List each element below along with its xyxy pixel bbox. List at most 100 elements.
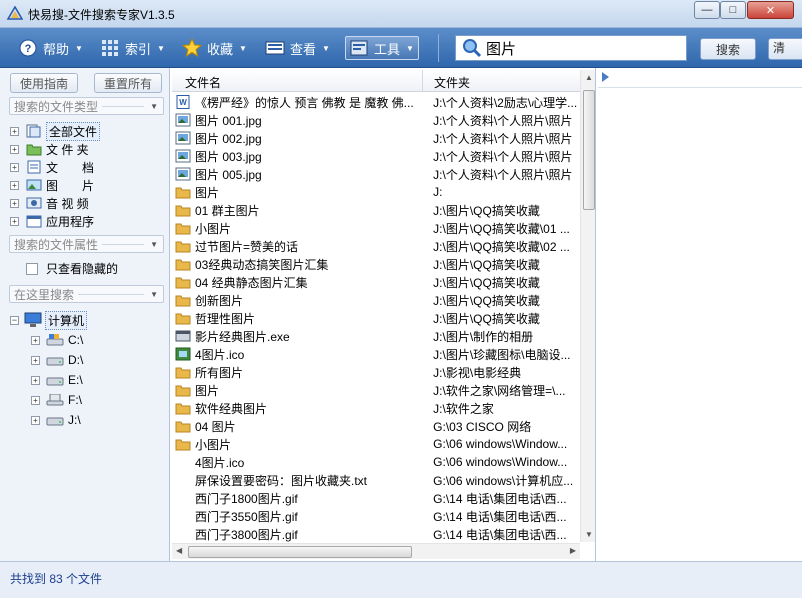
expand-icon[interactable]: + [31,395,40,405]
file-row[interactable]: 图片 001.jpg J:\个人资料\个人照片\照片 [172,111,582,129]
file-row[interactable]: 屏保设置要密码：图片收藏夹.txt G:\06 windows\计算机应... [172,471,582,489]
file-attribute-dropdown[interactable]: 搜索的文件属性 ▼ [9,235,164,253]
type-item-media[interactable]: + 音 视 频 [10,194,89,212]
chevron-down-icon: ▼ [239,43,247,53]
file-row[interactable]: 过节图片=赞美的话 J:\图片\QQ搞笑收藏\02 ... [172,237,582,255]
hidden-only-option[interactable]: 只查看隐藏的 [26,260,118,277]
file-row[interactable]: 西门子3550图片.gif G:\14 电话\集团电话\西... [172,507,582,525]
file-row[interactable]: 4图片.ico G:\06 windows\Window... [172,453,582,471]
file-row[interactable]: 创新图片 J:\图片\QQ搞笑收藏 [172,291,582,309]
expand-icon[interactable]: + [31,375,40,385]
expand-arrow-icon[interactable] [602,72,609,82]
file-name: 哲理性图片 [195,311,256,326]
file-row[interactable]: 软件经典图片 J:\软件之家 [172,399,582,417]
type-item-folder[interactable]: + 文 件 夹 [10,140,89,158]
folder-icon [175,365,191,379]
expand-icon[interactable]: + [10,198,19,208]
file-row[interactable]: 西门子1800图片.gif G:\14 电话\集团电话\西... [172,489,582,507]
file-row[interactable]: W 《楞严经》的惊人 预言 佛教 是 魔教 佛... J:\个人资料\2励志\心理学… [172,93,582,111]
expand-icon[interactable]: + [10,126,19,136]
index-menu-button[interactable]: 索引 ▼ [100,36,165,60]
type-item-label: 音 视 频 [46,196,89,211]
search-button[interactable]: 搜索 [700,38,756,60]
type-item-picture[interactable]: + 图 片 [10,176,94,194]
file-row[interactable]: 04 经典静态图片汇集 J:\图片\QQ搞笑收藏 [172,273,582,291]
column-resize-handle[interactable] [422,70,423,92]
expand-icon[interactable]: + [10,162,19,172]
minimize-button[interactable]: — [694,1,720,19]
type-item-document[interactable]: + 文 档 [10,158,94,176]
chevron-down-icon: ▼ [157,43,165,53]
folder-icon [175,221,191,235]
drive-f[interactable]: + F:\ [31,390,82,410]
scroll-right-arrow-icon[interactable]: ▶ [570,546,576,555]
expand-icon[interactable]: + [10,216,19,226]
horizontal-scroll-thumb[interactable] [188,546,412,558]
file-row[interactable]: 图片 002.jpg J:\个人资料\个人照片\照片 [172,129,582,147]
vertical-scrollbar[interactable]: ▲ ▼ [580,70,595,542]
help-label: 帮助 [43,41,70,57]
reset-all-button[interactable]: 重置所有 [94,73,162,93]
file-row[interactable]: 西门子3800图片.gif G:\14 电话\集团电话\西... [172,525,582,543]
scroll-down-arrow-icon[interactable]: ▼ [585,530,593,539]
title-bar: 快易搜-文件搜索专家V1.3.5 — □ ✕ [0,0,802,28]
file-row[interactable]: 图片 J:\软件之家\网络管理=\... [172,381,582,399]
file-row[interactable]: 小图片 J:\图片\QQ搞笑收藏\01 ... [172,219,582,237]
drive-icon [46,377,64,386]
scroll-left-arrow-icon[interactable]: ◀ [176,546,182,555]
expand-icon[interactable]: + [10,144,19,154]
guide-button[interactable]: 使用指南 [10,73,78,93]
hidden-only-checkbox[interactable] [26,262,38,275]
search-box[interactable] [455,35,687,61]
scroll-up-arrow-icon[interactable]: ▲ [585,73,593,82]
file-row[interactable]: 图片 003.jpg J:\个人资料\个人照片\照片 [172,147,582,165]
vertical-scroll-thumb[interactable] [583,90,595,210]
tools-icon [349,38,369,58]
column-header-folder[interactable]: 文件夹 [434,74,470,91]
drive-c[interactable]: + C:\ [31,330,83,350]
expand-icon[interactable]: + [10,180,19,190]
file-attribute-dropdown-label: 搜索的文件属性 [14,237,99,252]
file-type-dropdown-label: 搜索的文件类型 [14,99,99,114]
tools-menu-button[interactable]: 工具 ▼ [345,36,419,60]
computer-node[interactable]: − 计算机 [10,310,88,330]
file-folder: J:\软件之家 [433,401,494,416]
file-row[interactable]: 影片经典图片.exe J:\图片\制作的相册 [172,327,582,345]
file-row[interactable]: 4图片.ico J:\图片\珍藏图标\电脑设... [172,345,582,363]
file-row[interactable]: 图片 005.jpg J:\个人资料\个人照片\照片 [172,165,582,183]
favorites-menu-button[interactable]: 收藏 ▼ [182,36,247,60]
file-name: 04 图片 [195,419,236,434]
type-item-application[interactable]: + 应用程序 [10,212,94,230]
expand-icon[interactable]: + [31,335,40,345]
file-icon [175,455,191,469]
horizontal-scrollbar[interactable]: ◀ ▶ [172,543,580,559]
file-row[interactable]: 03经典动态搞笑图片汇集 J:\图片\QQ搞笑收藏 [172,255,582,273]
drive-d[interactable]: + D:\ [31,350,83,370]
file-row[interactable]: 01 群主图片 J:\图片\QQ搞笑收藏 [172,201,582,219]
maximize-button[interactable]: □ [720,1,746,19]
image-icon [175,113,191,127]
file-row[interactable]: 小图片 G:\06 windows\Window... [172,435,582,453]
search-input[interactable] [486,39,676,57]
collapse-icon[interactable]: − [10,315,19,325]
file-name: 图片 005.jpg [195,167,262,182]
clear-button[interactable]: 清 [768,38,802,60]
view-menu-button[interactable]: 查看 ▼ [265,36,330,60]
file-row[interactable]: 哲理性图片 J:\图片\QQ搞笑收藏 [172,309,582,327]
file-type-dropdown[interactable]: 搜索的文件类型 ▼ [9,97,164,115]
expand-icon[interactable]: + [31,355,40,365]
folder-icon [175,401,191,415]
drive-e[interactable]: + E:\ [31,370,83,390]
help-menu-button[interactable]: ? 帮助 ▼ [18,36,83,60]
file-list-header: 文件名 文件夹 [172,70,582,92]
file-row[interactable]: 04 图片 G:\03 CISCO 网络 [172,417,582,435]
close-button[interactable]: ✕ [747,1,794,19]
file-row[interactable]: 图片 J: [172,183,582,201]
column-header-name[interactable]: 文件名 [185,74,221,91]
search-location-dropdown[interactable]: 在这里搜索 ▼ [9,285,164,303]
type-item-all[interactable]: + 全部文件 [10,121,101,141]
file-folder: J:\图片\制作的相册 [433,329,534,344]
drive-j[interactable]: + J:\ [31,410,81,430]
file-row[interactable]: 所有图片 J:\影视\电影经典 [172,363,582,381]
expand-icon[interactable]: + [31,415,40,425]
